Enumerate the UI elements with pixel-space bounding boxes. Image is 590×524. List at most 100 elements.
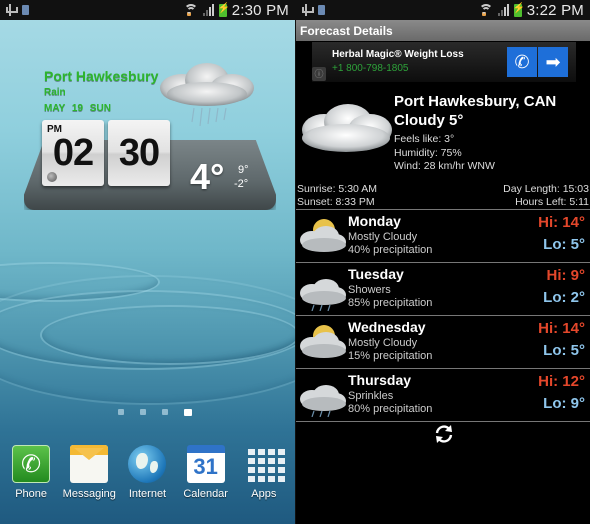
forecast-condition: Mostly Cloudy [348,337,418,349]
calendar-icon [186,445,225,483]
status-bar[interactable]: 2:30 PM [0,0,295,20]
ad-phone: +1 800-798-1805 [332,63,409,74]
dual-screenshot: 2:30 PM Port Haw [0,0,590,524]
app-label: Messaging [62,488,116,500]
dock-app-messaging[interactable]: Messaging [60,445,118,500]
dock-app-calendar[interactable]: Calendar [177,445,235,500]
ad-call-button[interactable]: ✆ [507,47,537,77]
page-dot-active[interactable] [183,409,192,416]
widget-city: Port Hawkesbury [44,68,159,84]
forecast-day: Tuesday [348,266,404,282]
ad-title: Herbal Magic® Weight Loss [332,49,464,60]
wind: Wind: 28 km/hr WNW [394,160,495,172]
forecast-row[interactable]: Wednesday Mostly Cloudy 15% precipitation H… [296,315,590,368]
mostly-cloudy-icon [300,325,346,358]
status-bar[interactable]: 3:22 PM [296,0,590,20]
showers-icon [300,279,346,311]
widget-low-temp: -2° [234,178,249,190]
wallpaper-ripple [0,275,295,405]
dock-app-apps[interactable]: Apps [235,445,293,500]
forecast-row[interactable]: Tuesday Showers 85% precipitation Hi: 9° Lo:… [296,262,590,315]
battery-charging-icon [218,3,230,17]
forecast-row[interactable]: Thursday Sprinkles 80% precipitation Hi: 12… [296,368,590,421]
status-time: 3:22 PM [526,1,584,19]
sunset: Sunset: 8:33 PM [297,196,375,208]
forecast-high: Hi: 14° [538,320,585,337]
forecast-day: Monday [348,213,401,229]
dock: Phone Messaging Internet Calendar Apps [0,445,295,500]
phone-icon [12,445,51,483]
signal-icon [202,4,214,16]
mostly-cloudy-icon [300,219,346,252]
forecast-precipitation: 15% precipitation [348,350,433,362]
arrow-right-icon: ➡ [545,52,561,72]
refresh-icon[interactable] [433,423,455,445]
widget-high-temp: 9° [238,164,249,176]
dock-app-phone[interactable]: Phone [2,445,60,500]
home-screen: 2:30 PM Port Haw [0,0,295,524]
app-label: Internet [128,488,167,500]
page-indicator[interactable] [0,409,295,416]
phone-icon: ✆ [514,52,530,72]
forecast-low: Lo: 9° [543,395,585,412]
widget-condition: Rain [44,87,66,98]
sprinkles-icon [300,385,346,417]
clock-hours: 02 [52,132,94,174]
widget-date: MAY 19 SUN [44,103,111,114]
clock-minutes: 30 [118,132,160,174]
status-time: 2:30 PM [231,1,289,19]
clock-hours-card: PM 02 [42,120,104,186]
cloudy-icon [302,104,392,152]
forecast-high: Hi: 14° [538,214,585,231]
forecast-condition: Sprinkles [348,390,394,402]
page-title: Forecast Details [296,20,590,41]
messaging-icon [70,445,109,483]
globe-icon [128,445,167,483]
ad-banner[interactable]: Herbal Magic® Weight Loss +1 800-798-180… [312,42,576,82]
forecast-precipitation: 85% precipitation [348,297,433,309]
moon-phase-icon [47,172,57,182]
page-dot[interactable] [161,409,168,415]
widget-current-temp: 4° [190,156,225,197]
battery-charging-icon [513,3,525,17]
forecast-condition: Mostly Cloudy [348,231,418,243]
day-length: Day Length: 15:03 [503,183,589,195]
forecast-row[interactable]: Monday Mostly Cloudy 40% precipitation Hi: … [296,209,590,262]
signal-icon [497,4,509,16]
dock-app-internet[interactable]: Internet [118,445,176,500]
usb-icon [6,4,18,16]
list-divider [296,421,590,422]
forecast-low: Lo: 2° [543,289,585,306]
info-icon[interactable]: ⓘ [312,67,326,81]
forecast-high: Hi: 9° [546,267,585,284]
page-dot[interactable] [139,409,146,415]
hours-left: Hours Left: 5:11 [515,196,589,208]
forecast-day: Wednesday [348,319,426,335]
app-label: Phone [15,488,47,500]
forecast-precipitation: 40% precipitation [348,244,433,256]
app-label: Apps [251,488,277,500]
forecast-high: Hi: 12° [538,373,585,390]
current-location: Port Hawkesbury, CAN [394,93,557,110]
forecast-low: Lo: 5° [543,342,585,359]
usb-icon [302,4,314,16]
app-label: Calendar [183,488,228,500]
humidity: Humidity: 75% [394,147,462,159]
feels-like: Feels like: 3° [394,133,455,145]
wifi-icon [478,4,493,16]
clock-minutes-card: 30 [108,120,170,186]
wifi-icon [183,4,198,16]
sunrise: Sunrise: 5:30 AM [297,183,377,195]
forecast-condition: Showers [348,284,391,296]
forecast-precipitation: 80% precipitation [348,403,433,415]
sdcard-icon [22,5,29,15]
sdcard-icon [318,5,325,15]
current-condition: Cloudy 5° [394,112,464,129]
page-dot[interactable] [117,409,124,415]
forecast-low: Lo: 5° [543,236,585,253]
apps-grid-icon [245,445,285,483]
forecast-screen: 3:22 PM Forecast Details Herbal Magic® W… [295,0,590,524]
weather-clock-widget[interactable]: Port Hawkesbury Rain MAY 19 SUN PM 02 30… [22,60,278,210]
forecast-day: Thursday [348,372,412,388]
ad-go-button[interactable]: ➡ [538,47,568,77]
